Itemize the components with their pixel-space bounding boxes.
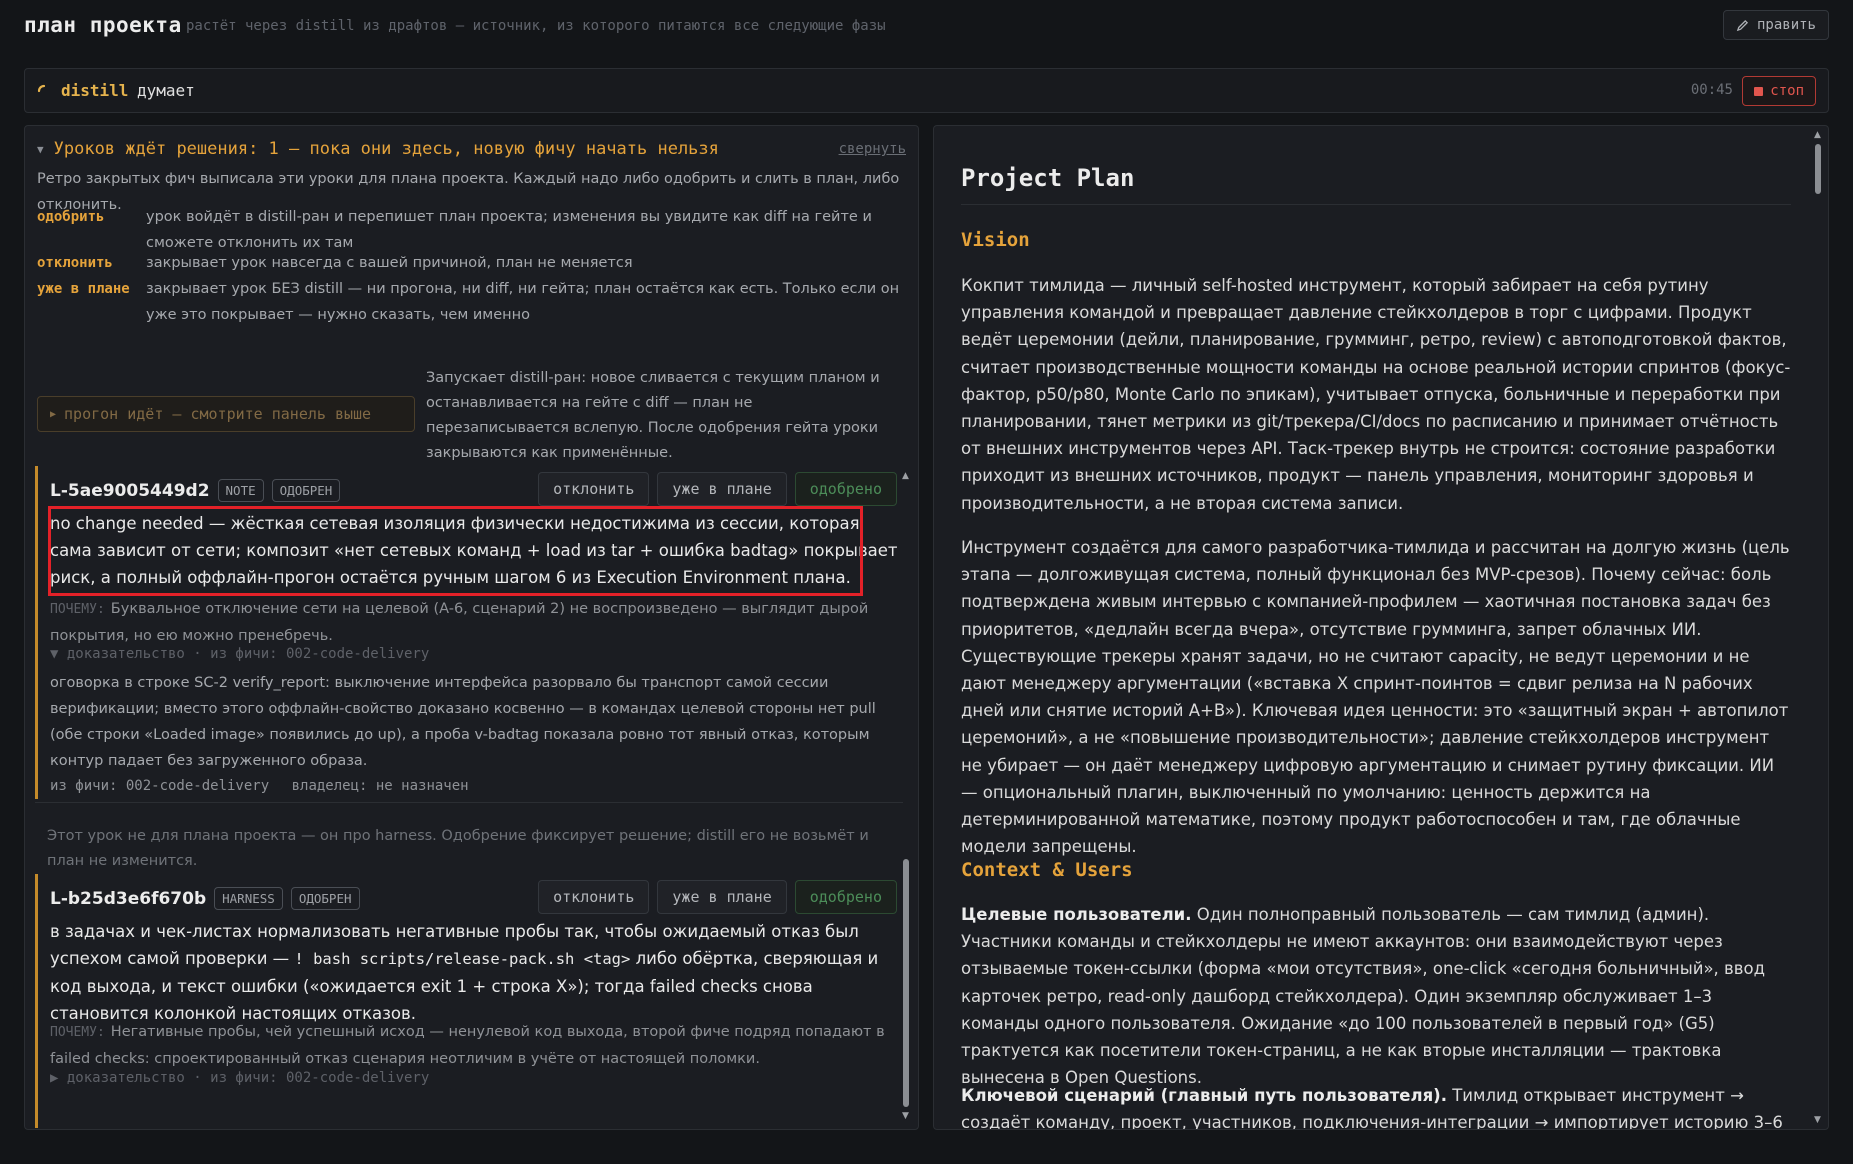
paragraph-lead: Целевые пользователи. — [961, 905, 1192, 924]
scroll-up-icon[interactable]: ▲ — [1814, 130, 1821, 140]
action-approve-row: одобрить урок войдёт в distill-ран и пер… — [37, 204, 907, 251]
lesson-card: L-b25d3e6f670b HARNESS ОДОБРЕН отклонить… — [35, 874, 903, 1128]
agent-status-text: думает — [137, 81, 195, 100]
plan-document-panel: Project Plan Vision Кокпит тимлида — лич… — [933, 125, 1829, 1130]
run-button-label: прогон идёт — смотрите панель выше — [64, 405, 372, 423]
lesson-status-badge: ОДОБРЕН — [290, 887, 360, 910]
lessons-title[interactable]: ▼ Уроков ждёт решения: 1 — пока они здес… — [37, 139, 719, 159]
edit-button[interactable]: править — [1722, 10, 1829, 40]
lesson-why: ПОЧЕМУ: Буквальное отключение сети на цел… — [50, 596, 898, 649]
reject-button[interactable]: отклонить — [538, 472, 650, 506]
lesson-id: L-5ae9005449d2 — [50, 480, 210, 501]
lesson-meta: из фичи: 002-code-delivery владелец: не … — [50, 778, 483, 794]
lesson-type-badge: HARNESS — [214, 887, 283, 910]
divider — [961, 204, 1791, 205]
stop-button-label: стоп — [1770, 83, 1804, 99]
harness-note: Этот урок не для плана проекта — он про … — [47, 828, 869, 869]
evidence-toggle[interactable]: ▼ доказательство · из фичи: 002-code-del… — [50, 646, 429, 662]
lesson-body: в задачах и чек-листах нормализовать нег… — [50, 918, 898, 1027]
play-triangle-icon: ▶ — [50, 408, 57, 420]
lesson-body: no change needed — жёсткая сетевая изоля… — [50, 514, 898, 587]
spinner-icon — [37, 84, 46, 93]
scroll-thumb[interactable] — [903, 859, 909, 1107]
paragraph-text: Один полноправный пользователь — сам тим… — [961, 905, 1765, 1088]
lessons-title-text: Уроков ждёт решения: 1 — пока они здесь,… — [53, 139, 719, 159]
action-key: уже в плане — [37, 281, 130, 297]
why-text: Негативные пробы, чей успешный исход — н… — [50, 1024, 885, 1067]
already-in-plan-button[interactable]: уже в плане — [657, 472, 787, 506]
lesson-header: L-5ae9005449d2 NOTE ОДОБРЕН — [50, 479, 341, 502]
paragraph: Целевые пользователи. Один полноправный … — [961, 901, 1791, 1091]
page-subtitle: растёт через distill из драфтов — источн… — [186, 18, 886, 34]
lesson-actions: отклонить уже в плане одобрено — [538, 880, 897, 914]
already-in-plan-button[interactable]: уже в плане — [657, 880, 787, 914]
why-text: Буквальное отключение сети на целевой (A… — [50, 601, 869, 644]
why-label: ПОЧЕМУ: — [50, 1025, 105, 1040]
divider — [35, 802, 903, 803]
collapse-link[interactable]: свернуть — [839, 141, 906, 157]
lesson-status-badge: ОДОБРЕН — [271, 479, 341, 502]
lesson-list: L-5ae9005449d2 NOTE ОДОБРЕН отклонить уж… — [35, 466, 903, 1128]
action-reject-row: отклонить закрывает урок навсегда с ваше… — [37, 250, 907, 274]
scroll-down-icon[interactable]: ▼ — [902, 1111, 909, 1121]
meta-feature: из фичи: 002-code-delivery — [50, 778, 270, 794]
document-title: Project Plan — [961, 164, 1135, 192]
why-label: ПОЧЕМУ: — [50, 602, 105, 617]
action-desc: закрывает урок БЕЗ distill — ни прогона,… — [146, 281, 900, 323]
edit-button-label: править — [1756, 17, 1816, 33]
stop-icon — [1754, 86, 1764, 96]
section-heading: Context & Users — [961, 859, 1133, 881]
collapse-triangle-icon: ▼ — [37, 142, 44, 156]
page-title: план проекта — [24, 13, 182, 37]
elapsed-timer: 00:45 — [1690, 82, 1733, 98]
lesson-header: L-b25d3e6f670b HARNESS ОДОБРЕН — [50, 887, 360, 910]
paragraph: Ключевой сценарий (главный путь пользова… — [961, 1082, 1791, 1129]
action-key: одобрить — [37, 209, 105, 225]
header: план проекта растёт через distill из дра… — [24, 10, 1829, 50]
lessons-scrollbar[interactable]: ▲ ▼ — [900, 471, 912, 1121]
approved-button[interactable]: одобрено — [794, 472, 897, 506]
paragraph-lead: Ключевой сценарий (главный путь пользова… — [961, 1086, 1447, 1105]
evidence-text: оговорка в строке SC-2 verify_report: вы… — [50, 675, 876, 769]
action-key: отклонить — [37, 255, 113, 271]
action-desc: закрывает урок навсегда с вашей причиной… — [146, 255, 633, 271]
agent-status-bar: distill думает 00:45 стоп — [24, 68, 1829, 113]
document-scrollbar[interactable]: ▲ ▼ — [1812, 130, 1824, 1125]
lesson-id: L-b25d3e6f670b — [50, 888, 207, 909]
approved-button[interactable]: одобрено — [794, 880, 897, 914]
section-heading: Vision — [961, 229, 1030, 251]
meta-owner: владелец: не назначен — [291, 778, 469, 794]
lesson-body-code: ! bash scripts/release-pack.sh <tag> — [294, 950, 631, 968]
run-distill-button[interactable]: ▶ прогон идёт — смотрите панель выше — [37, 396, 415, 432]
lessons-panel: ▼ Уроков ждёт решения: 1 — пока они здес… — [24, 125, 919, 1130]
scroll-thumb[interactable] — [1815, 144, 1821, 194]
paragraph: Инструмент создаётся для самого разработ… — [961, 538, 1790, 857]
action-desc: урок войдёт в distill-ран и перепишет пл… — [146, 209, 872, 251]
pencil-icon — [1736, 19, 1749, 31]
run-description: Запускает distill-ран: новое сливается с… — [426, 370, 880, 461]
agent-name: distill — [61, 81, 129, 100]
scroll-down-icon[interactable]: ▼ — [1814, 1115, 1821, 1125]
scroll-up-icon[interactable]: ▲ — [902, 471, 909, 481]
lesson-actions: отклонить уже в плане одобрено — [538, 472, 897, 506]
evidence-toggle[interactable]: ▶ доказательство · из фичи: 002-code-del… — [50, 1070, 429, 1086]
paragraph: Кокпит тимлида — личный self-hosted инст… — [961, 276, 1791, 513]
lesson-type-badge: NOTE — [217, 479, 264, 502]
action-in-plan-row: уже в плане закрывает урок БЕЗ distill —… — [37, 276, 907, 323]
reject-button[interactable]: отклонить — [538, 880, 650, 914]
stop-button[interactable]: стоп — [1742, 76, 1816, 106]
lesson-why: ПОЧЕМУ: Негативные пробы, чей успешный ис… — [50, 1019, 898, 1072]
lesson-card: L-5ae9005449d2 NOTE ОДОБРЕН отклонить уж… — [35, 466, 903, 799]
